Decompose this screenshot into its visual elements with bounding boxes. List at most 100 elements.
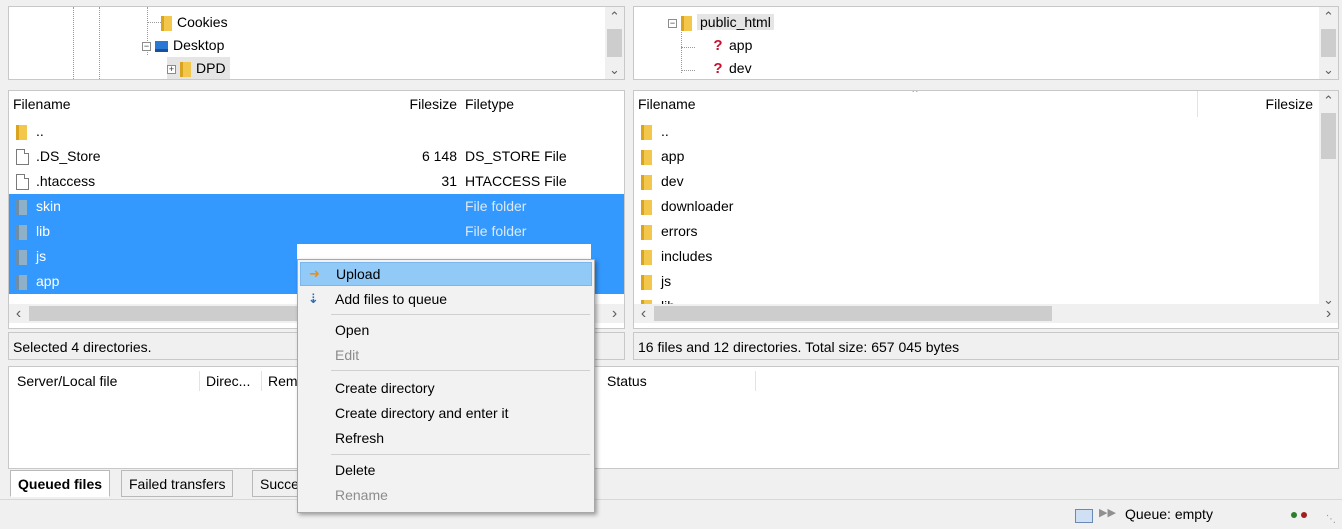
folder-icon [16, 199, 27, 215]
remote-tree-scrollbar[interactable]: ⌃ ⌄ [1319, 7, 1338, 79]
column-header-filename[interactable]: Filename [9, 91, 391, 117]
table-row[interactable]: js [634, 269, 1314, 294]
expand-icon[interactable]: + [167, 64, 176, 74]
column-header-filesize[interactable]: Filesize [391, 91, 461, 117]
local-tree-scrollbar[interactable]: ⌃ ⌄ [605, 7, 624, 79]
table-row[interactable]: skin File folder [9, 194, 624, 219]
file-name: .. [661, 123, 669, 139]
table-row[interactable]: .DS_Store 6 148 DS_STORE File [9, 144, 624, 169]
file-name: app [36, 273, 60, 289]
scroll-down-icon[interactable]: ⌄ [1319, 60, 1338, 79]
scroll-up-icon[interactable]: ⌃ [1319, 91, 1338, 110]
file-name: app [661, 148, 685, 164]
file-type: HTACCESS File [465, 173, 567, 189]
remote-list-hscrollbar[interactable]: ‹ › [634, 304, 1338, 323]
file-name: js [661, 273, 672, 289]
menu-item-create-directory[interactable]: Create directory [300, 376, 592, 400]
column-header-filetype[interactable]: Filetype [461, 91, 601, 117]
menu-separator [331, 454, 590, 455]
tree-item-dev[interactable]: ? dev [712, 57, 751, 79]
folder-icon [16, 274, 27, 290]
table-row-selection [591, 244, 624, 269]
file-name: js [36, 248, 47, 264]
scroll-left-icon[interactable]: ‹ [634, 304, 653, 323]
folder-icon [641, 124, 652, 140]
collapse-icon[interactable]: − [668, 18, 677, 28]
file-icon [16, 174, 29, 191]
file-name: dev [661, 173, 684, 189]
table-row-selection [591, 269, 624, 294]
menu-separator [331, 314, 590, 315]
table-row[interactable]: .. [9, 119, 624, 144]
menu-item-create-directory-and-enter[interactable]: Create directory and enter it [300, 401, 592, 425]
menu-item-refresh[interactable]: Refresh [300, 426, 592, 450]
menu-item-delete[interactable]: Delete [300, 458, 592, 482]
table-row[interactable]: app [634, 144, 1314, 169]
column-header-filesize[interactable]: Filesize [1197, 91, 1317, 117]
remote-list-vscrollbar[interactable]: ⌃ ⌄ [1319, 91, 1338, 309]
menu-item-rename: Rename [335, 487, 388, 503]
file-name: downloader [661, 198, 734, 214]
file-type: DS_STORE File [465, 148, 567, 164]
table-row[interactable]: downloader [634, 194, 1314, 219]
file-type: File folder [465, 223, 527, 239]
collapse-icon[interactable]: − [142, 41, 151, 51]
queue-header-remote[interactable]: Rem [268, 367, 298, 395]
tree-item-cookies[interactable]: Cookies [161, 11, 228, 33]
menu-item-add-files-to-queue[interactable]: ⇣ Add files to queue [300, 287, 592, 311]
scroll-up-icon[interactable]: ⌃ [1319, 7, 1338, 26]
folder-icon [180, 61, 191, 77]
scroll-up-icon[interactable]: ⌃ [605, 7, 624, 26]
scroll-thumb[interactable] [607, 29, 622, 57]
table-row[interactable]: lib File folder [9, 219, 624, 244]
file-name: errors [661, 223, 698, 239]
queue-header-direction[interactable]: Direc... [206, 367, 250, 395]
table-row[interactable]: dev [634, 169, 1314, 194]
scroll-left-icon[interactable]: ‹ [9, 304, 28, 323]
file-name: skin [36, 198, 61, 214]
tree-item-desktop[interactable]: − Desktop [142, 34, 224, 56]
folder-icon [161, 15, 172, 31]
folder-icon [641, 199, 652, 215]
table-row[interactable]: js [9, 244, 297, 269]
folder-icon [16, 249, 27, 265]
menu-item-open[interactable]: Open [300, 318, 592, 342]
folder-icon [641, 149, 652, 165]
remote-file-list[interactable]: Filename ⌃ Filesize .. app dev downloader er… [633, 90, 1339, 329]
menu-separator [331, 370, 590, 371]
table-row[interactable]: errors [634, 219, 1314, 244]
queue-header-status[interactable]: Status [607, 367, 647, 395]
table-row[interactable]: .htaccess 31 HTACCESS File [9, 169, 624, 194]
remote-status-bar: 16 files and 12 directories. Total size:… [633, 332, 1339, 360]
local-tree-panel[interactable]: Cookies − Desktop + DPD ⌃ ⌄ [8, 6, 625, 80]
file-name: .DS_Store [36, 148, 101, 164]
unknown-folder-icon: ? [713, 60, 723, 77]
table-row[interactable]: app [9, 269, 297, 294]
scroll-right-icon[interactable]: › [605, 304, 624, 323]
menu-item-upload[interactable]: ➜ Upload [300, 262, 592, 286]
remote-tree-panel[interactable]: − public_html ? app ? dev ⌃ ⌄ [633, 6, 1339, 80]
tab-queued-files[interactable]: Queued files [10, 470, 111, 497]
folder-icon [16, 124, 27, 140]
tab-failed-transfers[interactable]: Failed transfers [121, 470, 234, 497]
queue-header-server-local[interactable]: Server/Local file [17, 367, 117, 395]
table-row[interactable]: .. [634, 119, 1314, 144]
folder-icon [16, 224, 27, 240]
add-to-queue-icon: ⇣ [308, 291, 319, 306]
tree-item-public-html[interactable]: − public_html [668, 11, 774, 33]
folder-icon [641, 224, 652, 240]
scroll-right-icon[interactable]: › [1319, 304, 1338, 323]
scroll-thumb[interactable] [1321, 29, 1336, 57]
folder-icon [641, 274, 652, 290]
tree-item-dpd[interactable]: + DPD [167, 57, 230, 79]
process-queue-icon[interactable]: ▶▶ [1099, 506, 1116, 519]
connection-indicator-icon [1291, 512, 1297, 518]
scroll-thumb[interactable] [1321, 113, 1336, 159]
resize-grip-icon[interactable]: ⋱ [1326, 514, 1336, 525]
desktop-icon [155, 40, 168, 52]
tree-item-app[interactable]: ? app [712, 34, 752, 56]
scroll-down-icon[interactable]: ⌄ [605, 60, 624, 79]
queue-panel[interactable]: Server/Local file Direc... Rem Status [8, 366, 1339, 469]
table-row[interactable]: includes [634, 244, 1314, 269]
scroll-thumb[interactable] [654, 306, 1052, 321]
